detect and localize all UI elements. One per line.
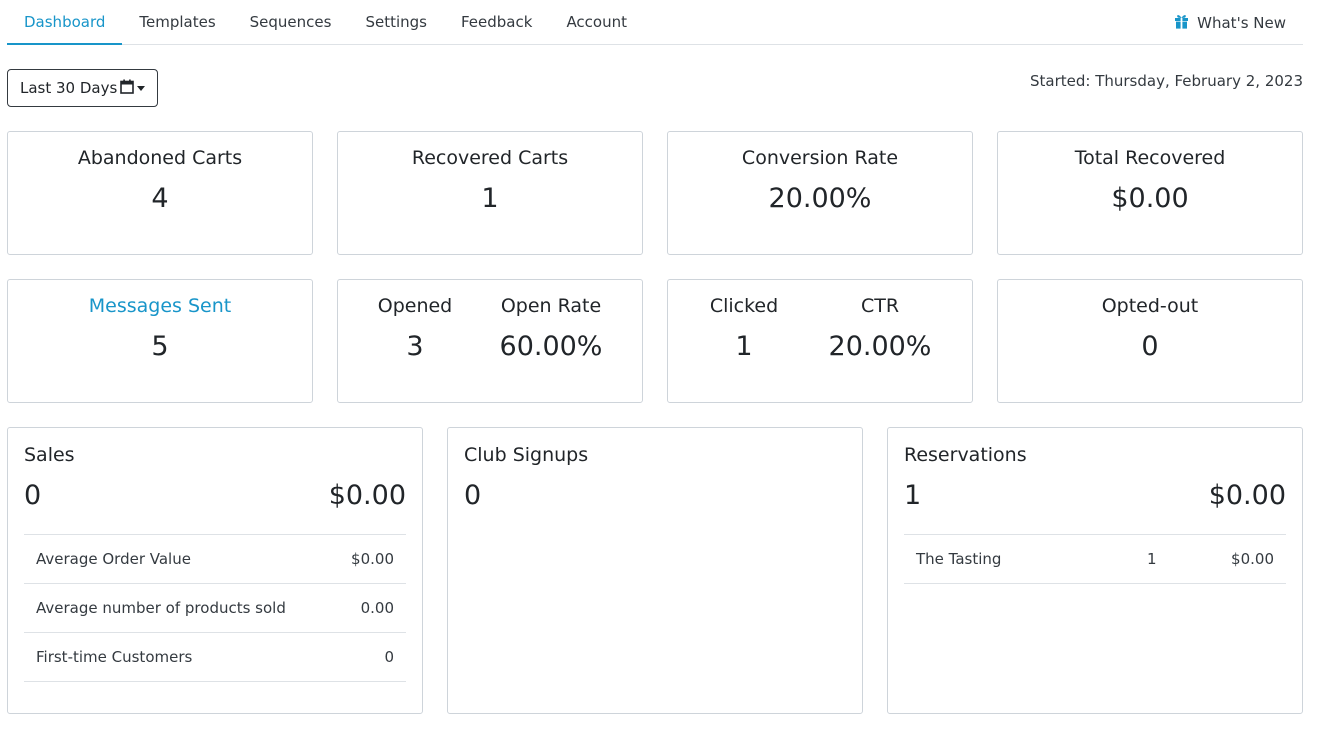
opened-stat: Opened 3 (355, 280, 475, 402)
tab-dashboard[interactable]: Dashboard (7, 0, 123, 45)
reservations-list: The Tasting 1 $0.00 (904, 534, 1286, 584)
recovered-carts-card: Recovered Carts 1 (337, 131, 643, 255)
opted-out-card: Opted-out 0 (997, 279, 1303, 403)
open-rate-value: 60.00% (499, 331, 603, 362)
clicked-value: 1 (735, 331, 753, 362)
conversion-rate-card: Conversion Rate 20.00% (667, 131, 973, 255)
nav-tabs: Dashboard Templates Sequences Settings F… (7, 0, 644, 45)
top-nav: Dashboard Templates Sequences Settings F… (7, 0, 1303, 45)
sales-count: 0 (24, 480, 42, 511)
calendar-icon (117, 79, 135, 98)
recovered-carts-title: Recovered Carts (411, 147, 569, 169)
metric-label: First-time Customers (36, 648, 193, 666)
total-recovered-value: $0.00 (1111, 183, 1189, 214)
list-item: Average number of products sold 0.00 (24, 584, 406, 633)
metric-value: 0 (384, 648, 394, 666)
list-item: The Tasting 1 $0.00 (904, 535, 1286, 584)
date-range-dropdown[interactable]: Last 30 Days (7, 69, 159, 107)
sales-metrics-list: Average Order Value $0.00 Average number… (24, 534, 406, 682)
chevron-down-icon (137, 85, 146, 91)
list-item: Average Order Value $0.00 (24, 535, 406, 584)
club-signups-card: Club Signups 0 (447, 427, 863, 714)
messages-sent-value: 5 (151, 331, 169, 362)
reservations-count: 1 (904, 480, 922, 511)
tab-sequences[interactable]: Sequences (233, 0, 349, 45)
reservations-card: Reservations 1 $0.00 The Tasting 1 $0.00 (887, 427, 1303, 714)
reservation-name: The Tasting (916, 550, 1002, 568)
reservations-amount: $0.00 (1208, 480, 1286, 511)
sales-card: Sales 0 $0.00 Average Order Value $0.00 … (7, 427, 423, 714)
abandoned-carts-title: Abandoned Carts (77, 147, 243, 169)
whats-new-label: What's New (1197, 13, 1286, 32)
abandoned-carts-card: Abandoned Carts 4 (7, 131, 313, 255)
started-date: Started: Thursday, February 2, 2023 (1030, 72, 1303, 90)
total-recovered-card: Total Recovered $0.00 (997, 131, 1303, 255)
club-signups-title: Club Signups (464, 444, 589, 466)
conversion-rate-value: 20.00% (768, 183, 872, 214)
club-signups-count: 0 (464, 480, 482, 511)
reservation-value: $0.00 (1231, 550, 1274, 568)
conversion-rate-title: Conversion Rate (741, 147, 899, 169)
abandoned-carts-value: 4 (151, 183, 169, 214)
open-rate-stat: Open Rate 60.00% (481, 280, 621, 402)
opted-out-title: Opted-out (1101, 295, 1199, 317)
opted-out-value: 0 (1141, 331, 1159, 362)
messages-sent-link[interactable]: Messages Sent (8, 295, 312, 317)
messages-sent-card: Messages Sent 5 (7, 279, 313, 403)
open-rate-title: Open Rate (500, 295, 602, 317)
reservations-title: Reservations (904, 444, 1027, 466)
ctr-title: CTR (860, 295, 900, 317)
clicked-stat: Clicked 1 (684, 280, 804, 402)
metric-value: 0.00 (360, 599, 394, 617)
opened-title: Opened (377, 295, 453, 317)
clicked-card: Clicked 1 CTR 20.00% (667, 279, 973, 403)
clicked-title: Clicked (709, 295, 779, 317)
ctr-stat: CTR 20.00% (810, 280, 950, 402)
opened-value: 3 (406, 331, 424, 362)
tab-account[interactable]: Account (549, 0, 644, 45)
metric-label: Average number of products sold (36, 599, 286, 617)
total-recovered-title: Total Recovered (1074, 147, 1226, 169)
list-item: First-time Customers 0 (24, 633, 406, 682)
metric-label: Average Order Value (36, 550, 191, 568)
tab-settings[interactable]: Settings (348, 0, 444, 45)
tab-feedback[interactable]: Feedback (444, 0, 549, 45)
metric-value: $0.00 (351, 550, 394, 568)
whats-new-link[interactable]: What's New (1174, 0, 1286, 45)
sales-amount: $0.00 (328, 480, 406, 511)
ctr-value: 20.00% (828, 331, 932, 362)
recovered-carts-value: 1 (481, 183, 499, 214)
opened-card: Opened 3 Open Rate 60.00% (337, 279, 643, 403)
sales-title: Sales (24, 444, 75, 466)
tab-templates[interactable]: Templates (122, 0, 232, 45)
gift-icon (1174, 13, 1197, 33)
date-range-label: Last 30 Days (20, 79, 118, 97)
reservation-count: 1 (1147, 550, 1157, 568)
